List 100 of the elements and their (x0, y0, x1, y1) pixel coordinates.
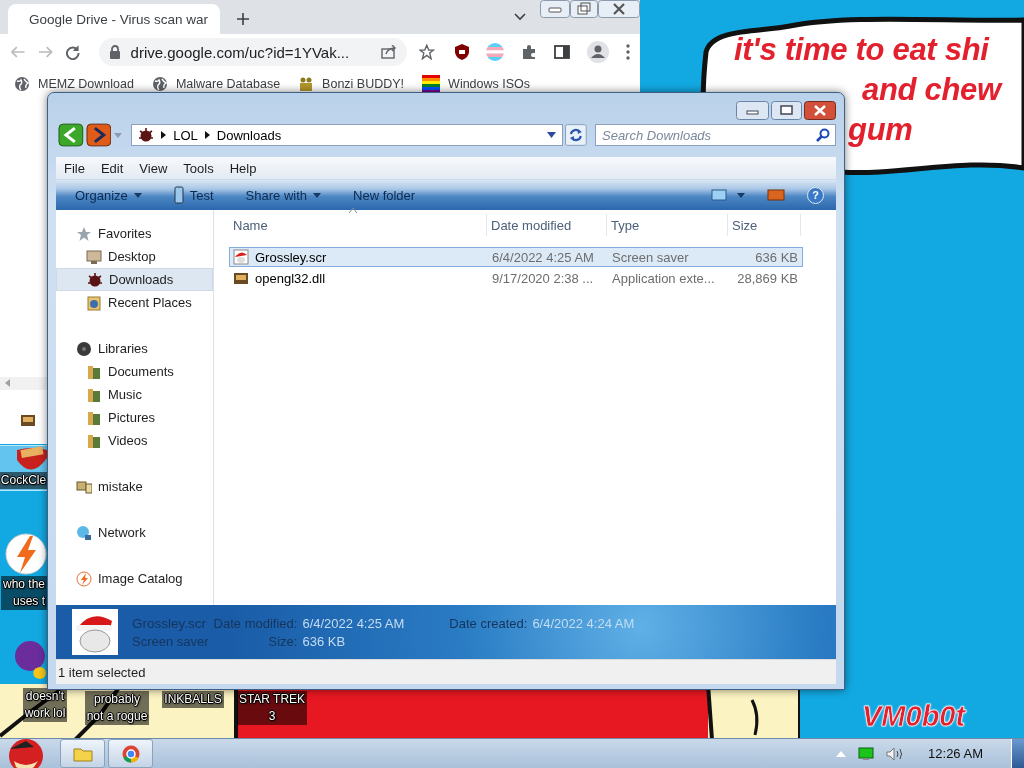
star-icon[interactable] (419, 44, 435, 60)
address-bar[interactable]: LOL Downloads (131, 124, 564, 146)
status-bar: 1 item selected (56, 659, 836, 684)
bookmark[interactable]: Windows ISOs (422, 75, 531, 93)
nav-item[interactable]: Network (56, 521, 213, 544)
chevron-down-icon[interactable] (514, 13, 526, 21)
wallpaper-text: gum (848, 112, 913, 148)
library-icon (86, 409, 102, 426)
file-icon (233, 270, 249, 286)
property-value: 636 KB (302, 633, 347, 649)
icon-label[interactable]: STAR TREK 3 (236, 691, 308, 725)
nav-item[interactable]: Pictures (56, 406, 213, 429)
icon-label[interactable]: INKBALLS (162, 691, 224, 708)
caret-icon (737, 192, 745, 198)
file-type: Screen saver (132, 633, 209, 649)
menu-item[interactable]: File (56, 160, 93, 176)
back-button[interactable] (58, 123, 84, 147)
profile-icon[interactable] (587, 41, 609, 63)
file-icon (20, 413, 36, 427)
file-name[interactable]: Grossley.scr (230, 249, 488, 265)
command-button[interactable]: New folder (344, 183, 425, 207)
lightning-icon[interactable] (5, 532, 47, 576)
file-row[interactable]: opengl32.dll 9/17/2020 2:38 ... Application exte... 28,869 KB (229, 268, 803, 288)
monitor-icon (86, 248, 102, 265)
computer-icon (76, 478, 92, 495)
clock[interactable]: 12:26 AM (928, 746, 983, 761)
taskbar-button[interactable] (108, 739, 153, 768)
scrollbar[interactable] (0, 377, 47, 390)
screensaver-icon (233, 249, 249, 265)
side-panel-icon[interactable] (554, 44, 570, 60)
bookmark[interactable]: Malware Database (151, 76, 281, 92)
puzzle-icon[interactable] (521, 44, 537, 60)
bookmark[interactable]: MEMZ Download (14, 76, 134, 92)
lightning-icon (76, 570, 92, 587)
breadcrumb-arrow-icon[interactable] (161, 131, 167, 139)
lock-icon (108, 45, 121, 59)
speaker-icon[interactable] (886, 746, 905, 761)
nav-item[interactable]: Downloads (56, 268, 213, 291)
breadcrumb[interactable]: Downloads (216, 127, 282, 143)
breadcrumb[interactable]: LOL (173, 127, 198, 143)
nav-item[interactable]: Image Catalog (56, 567, 213, 590)
bookmark[interactable]: Bonzi BUDDY! (298, 76, 405, 92)
refresh-button[interactable] (565, 124, 587, 146)
selected-row[interactable]: Grossley.scr 6/4/2022 4:25 AM Screen saver 636 KB (229, 247, 803, 267)
maximize-button[interactable] (771, 101, 802, 120)
file-name: Grossley.scr (132, 615, 207, 631)
view-icon (711, 189, 727, 201)
menu-item[interactable]: Tools (175, 160, 222, 176)
property-label: Date created: (448, 615, 528, 631)
file-name[interactable]: opengl32.dll (230, 270, 488, 286)
splat-icon (138, 127, 155, 143)
nav-item[interactable]: Documents (56, 360, 213, 383)
search-field[interactable]: Search Downloads (595, 124, 836, 146)
browser-tab[interactable]: Google Drive - Virus scan war (8, 4, 220, 34)
minimize-button[interactable] (736, 101, 769, 120)
help-button[interactable]: ? (807, 186, 824, 204)
more-menu-icon[interactable] (626, 44, 630, 60)
view-options-button[interactable] (711, 189, 745, 201)
phone-icon (173, 186, 184, 204)
menu-item[interactable]: Edit (92, 160, 132, 176)
close-button[interactable] (598, 0, 640, 18)
reload-icon[interactable] (65, 44, 81, 60)
screensaver-thumbnail (72, 609, 118, 655)
caret-icon (313, 192, 321, 198)
nav-item[interactable]: Libraries (56, 337, 213, 360)
column-header[interactable]: Date modified (487, 214, 607, 236)
nav-item[interactable]: mistake (56, 475, 213, 498)
restore-button[interactable] (570, 0, 598, 18)
nav-item[interactable]: Favorites (56, 222, 213, 245)
caret-icon[interactable] (547, 132, 557, 138)
network-icon[interactable] (858, 746, 875, 761)
nav-item[interactable]: Recent Places (56, 291, 213, 314)
share-icon[interactable] (381, 45, 398, 59)
column-header[interactable]: Type (607, 214, 728, 236)
icon-label[interactable]: who the uses t (0, 576, 47, 610)
nav-item[interactable]: Videos (56, 429, 213, 452)
property-value: 6/4/2022 4:25 AM (302, 615, 405, 631)
menu-item[interactable]: Help (221, 160, 265, 176)
shield-icon[interactable] (455, 44, 469, 60)
forward-button[interactable] (85, 123, 112, 147)
nav-item[interactable]: Desktop (56, 245, 213, 268)
address-bar[interactable]: drive.google.com/uc?id=1YVak... (98, 38, 408, 66)
search-icon[interactable] (816, 128, 830, 142)
command-button[interactable]: Test (164, 183, 223, 207)
close-button[interactable] (804, 101, 836, 120)
column-header[interactable]: Size (728, 214, 801, 236)
icon-label[interactable]: CockCle (0, 472, 49, 489)
command-button[interactable]: Share with (236, 183, 330, 207)
menu-item[interactable]: View (131, 160, 176, 176)
breadcrumb-arrow-icon[interactable] (204, 131, 210, 139)
new-tab-icon[interactable] (236, 12, 250, 26)
wallpaper-text: and chew (862, 72, 1001, 108)
command-button[interactable]: Organize (66, 183, 151, 207)
globe-icon (14, 76, 30, 92)
show-desktop-button[interactable] (1011, 739, 1024, 768)
column-header[interactable]: Name (229, 214, 487, 236)
splat-icon (87, 271, 103, 288)
nav-item[interactable]: Music (56, 383, 213, 406)
caret-icon (133, 192, 142, 198)
minimize-button[interactable] (540, 0, 570, 18)
